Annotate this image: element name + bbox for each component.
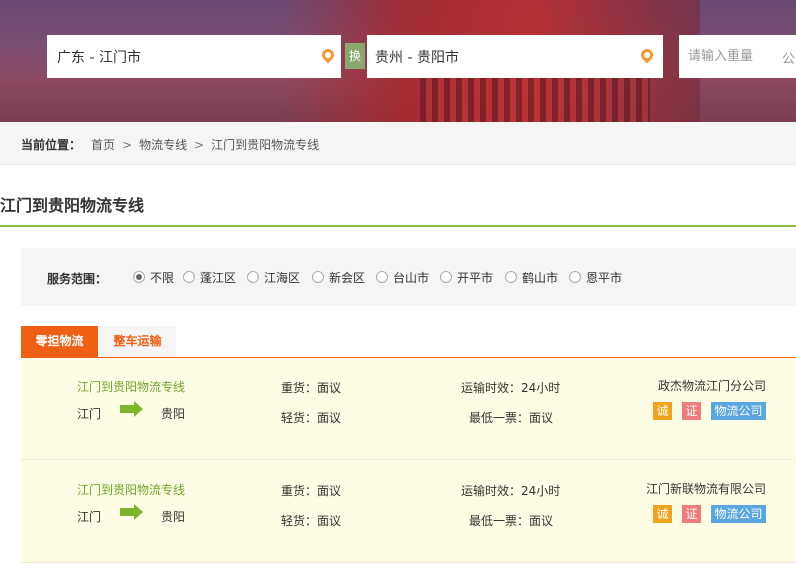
filter-option-label: 开平市 [457, 271, 494, 285]
origin-city: 江门 [77, 510, 102, 524]
radio-icon[interactable] [376, 271, 388, 283]
destination-city: 贵阳 [161, 510, 186, 524]
company-type-badge: 物流公司 [711, 402, 766, 420]
filter-option-label: 台山市 [393, 271, 430, 285]
certified-badge: 证 [682, 505, 701, 523]
filter-option-label: 蓬江区 [200, 271, 237, 285]
swap-button[interactable]: 换 [345, 43, 365, 69]
weight-unit: 公 [782, 52, 796, 67]
service-area-filter: 服务范围： 不限 蓬江区 江海区 新会区 台山市 开平市 鹤山市 恩平市 [21, 248, 796, 306]
filter-label: 服务范围： [47, 272, 108, 286]
tab-full-truckload[interactable]: 整车运输 [99, 326, 176, 357]
minimum-charge: 最低一票：面议 [469, 411, 554, 425]
origin-city: 江门 [77, 407, 102, 421]
heavy-cargo-price: 重货：面议 [281, 484, 342, 498]
origin-value: 广东 - 江门市 [57, 50, 141, 66]
weight-input[interactable] [679, 35, 778, 78]
radio-icon[interactable] [247, 271, 259, 283]
hero-banner: 广东 - 江门市 换 贵州 - 贵阳市 公 [0, 0, 796, 122]
destination-city: 贵阳 [161, 407, 186, 421]
radio-icon[interactable] [569, 271, 581, 283]
transit-time: 运输时效：24小时 [461, 484, 561, 498]
radio-icon[interactable] [440, 271, 452, 283]
minimum-charge: 最低一票：面议 [469, 514, 554, 528]
breadcrumb-separator: > [194, 138, 205, 152]
breadcrumb-label: 当前位置： [21, 138, 82, 152]
breadcrumb-home[interactable]: 首页 [91, 138, 115, 152]
radio-icon[interactable] [505, 271, 517, 283]
radio-selected-icon[interactable] [133, 271, 145, 283]
filter-option-kaiping[interactable]: 开平市 [440, 269, 493, 286]
destination-field[interactable]: 贵州 - 贵阳市 [367, 35, 663, 78]
certified-badge: 证 [682, 402, 701, 420]
filter-option-label: 新会区 [329, 271, 366, 285]
arrow-right-icon [120, 504, 144, 520]
listing-row[interactable]: 江门到贵阳物流专线 江门 贵阳 重货：面议 轻货：面议 运输时效：24小时 最低… [21, 358, 796, 460]
filter-option-label: 江海区 [264, 271, 301, 285]
breadcrumb-current[interactable]: 江门到贵阳物流专线 [211, 138, 319, 152]
page-title: 江门到贵阳物流专线 [0, 196, 145, 215]
destination-value: 贵州 - 贵阳市 [375, 50, 459, 66]
route-link[interactable]: 江门到贵阳物流专线 [77, 378, 185, 395]
light-cargo-price: 轻货：面议 [281, 411, 342, 425]
origin-field[interactable]: 广东 - 江门市 [47, 35, 341, 78]
radio-icon[interactable] [183, 271, 195, 283]
company-type-badge: 物流公司 [711, 505, 766, 523]
filter-option-taishan[interactable]: 台山市 [376, 269, 429, 286]
transport-tabs: 零担物流 整车运输 [21, 326, 796, 359]
light-cargo-price: 轻货：面议 [281, 514, 342, 528]
company-name[interactable]: 江门新联物流有限公司 [646, 480, 766, 497]
location-pin-icon[interactable] [319, 46, 337, 64]
breadcrumb-logistics-lines[interactable]: 物流专线 [139, 138, 187, 152]
arrow-right-icon [120, 401, 144, 417]
heavy-cargo-price: 重货：面议 [281, 381, 342, 395]
breadcrumb: 当前位置： 首页 > 物流专线 > 江门到贵阳物流专线 [0, 122, 796, 165]
filter-option-label: 鹤山市 [522, 271, 559, 285]
radio-icon[interactable] [312, 271, 324, 283]
integrity-badge: 诚 [653, 505, 672, 523]
title-divider [0, 225, 796, 227]
company-name[interactable]: 政杰物流江门分公司 [658, 377, 766, 394]
filter-option-jianghai[interactable]: 江海区 [247, 269, 300, 286]
tab-ltl[interactable]: 零担物流 [21, 326, 98, 357]
location-pin-icon[interactable] [638, 46, 656, 64]
filter-option-heshan[interactable]: 鹤山市 [505, 269, 558, 286]
listing-row[interactable]: 江门到贵阳物流专线 江门 贵阳 重货：面议 轻货：面议 运输时效：24小时 最低… [21, 461, 796, 563]
weight-field[interactable]: 公 [679, 35, 796, 78]
integrity-badge: 诚 [653, 402, 672, 420]
filter-option-xinhui[interactable]: 新会区 [312, 269, 365, 286]
filter-option-all[interactable]: 不限 [133, 269, 174, 286]
transit-time: 运输时效：24小时 [461, 381, 561, 395]
route-link[interactable]: 江门到贵阳物流专线 [77, 481, 185, 498]
filter-option-label: 不限 [150, 271, 175, 285]
filter-option-enping[interactable]: 恩平市 [569, 269, 622, 286]
filter-option-pengjiang[interactable]: 蓬江区 [183, 269, 236, 286]
filter-option-label: 恩平市 [586, 271, 623, 285]
breadcrumb-separator: > [122, 138, 133, 152]
